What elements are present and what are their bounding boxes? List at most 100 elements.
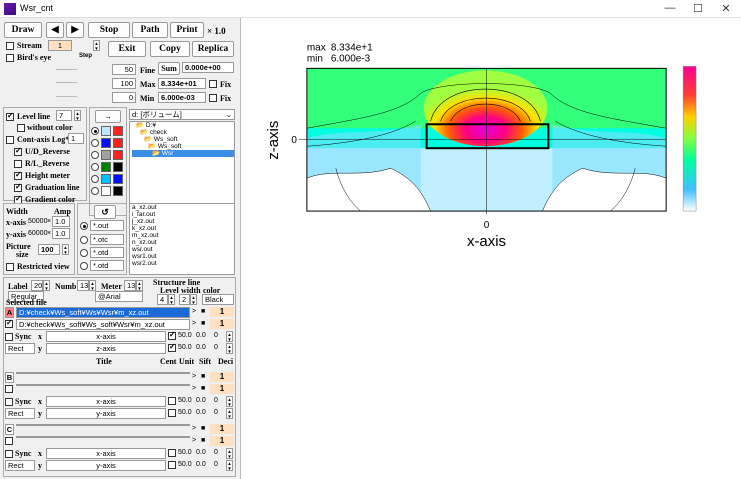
center-checkbox[interactable] xyxy=(168,461,176,469)
label-value[interactable]: 20 xyxy=(31,280,43,291)
palette-swatch[interactable] xyxy=(101,186,111,196)
maximize-button[interactable]: ☐ xyxy=(688,2,708,15)
unit-value[interactable]: 0.0 xyxy=(196,397,206,404)
line-width-value[interactable]: 1 xyxy=(210,319,234,329)
rl-reverse-checkbox[interactable] xyxy=(14,160,22,168)
sift-spinner[interactable]: ▲ ▼ xyxy=(226,460,233,471)
center-value[interactable]: 50.0 xyxy=(178,397,192,404)
dir-item[interactable]: 📂 check xyxy=(132,129,234,136)
center-value[interactable]: 50.0 xyxy=(178,409,192,416)
font-name-select[interactable]: @Arial xyxy=(95,291,143,302)
structure-width-value[interactable]: 2 xyxy=(179,294,190,305)
center-checkbox[interactable] xyxy=(168,449,176,457)
ud-reverse-checkbox[interactable] xyxy=(14,146,22,156)
x-amp-value[interactable]: 1.0 xyxy=(52,216,70,227)
picture-size-spinner[interactable]: ▲ ▼ xyxy=(62,244,69,255)
sift-value[interactable]: 0 xyxy=(214,332,218,339)
center-value[interactable]: 50.0 xyxy=(178,344,192,351)
sum-button[interactable]: Sum xyxy=(158,62,180,75)
palette-swatch[interactable] xyxy=(101,150,111,160)
sift-value[interactable]: 0 xyxy=(214,461,218,468)
sift-spinner[interactable]: ▲ ▼ xyxy=(226,448,233,459)
file-item[interactable]: wsr2.out xyxy=(132,260,234,267)
section-a-enable-checkbox[interactable] xyxy=(5,318,13,328)
sum-value[interactable]: 0.000e+00 xyxy=(182,62,234,73)
ext-radio-otd-2[interactable] xyxy=(80,262,88,270)
palette-swatch[interactable] xyxy=(113,126,123,136)
palette-swatch[interactable] xyxy=(113,186,123,196)
level-value[interactable]: 7 xyxy=(56,110,72,121)
line-width-value[interactable]: 1 xyxy=(210,384,234,394)
sift-spinner[interactable]: ▲ ▼ xyxy=(226,408,233,419)
dot-button[interactable]: ■ xyxy=(201,385,205,392)
cont-log-value[interactable]: 1 xyxy=(68,133,84,144)
center-checkbox[interactable] xyxy=(168,342,176,352)
sift-value[interactable]: 0 xyxy=(214,409,218,416)
line-width-value[interactable]: 1 xyxy=(210,307,234,317)
palette-radio[interactable] xyxy=(91,127,99,135)
ext-radio-out[interactable] xyxy=(80,222,88,230)
level-spinner[interactable]: ▲ ▼ xyxy=(74,110,81,121)
projection-select[interactable]: Rect xyxy=(5,460,35,471)
arrow-button[interactable]: > xyxy=(192,320,196,327)
projection-select[interactable]: Rect xyxy=(5,408,35,419)
line-width-value[interactable]: 1 xyxy=(210,436,234,446)
slider-3[interactable]: ——— xyxy=(56,93,77,100)
file-item[interactable]: i_far.out xyxy=(132,211,234,218)
arrow-button[interactable]: > xyxy=(192,308,196,315)
structure-level-spinner[interactable]: ▲ ▼ xyxy=(168,294,175,305)
palette-radio[interactable] xyxy=(91,175,99,183)
graduation-line-checkbox[interactable] xyxy=(14,182,22,192)
sift-spinner[interactable]: ▲ ▼ xyxy=(226,343,233,354)
meter-spinner[interactable]: ▲ ▼ xyxy=(136,280,143,291)
dir-item[interactable]: 📂 Ws_soft xyxy=(132,136,234,143)
file-item[interactable]: a_xz.out xyxy=(132,204,234,211)
picture-size-value[interactable]: 100 xyxy=(38,244,60,255)
max-fix-checkbox[interactable] xyxy=(209,80,217,88)
file-item[interactable]: wsr1.out xyxy=(132,253,234,260)
dot-button[interactable]: ■ xyxy=(201,308,205,315)
height-meter-checkbox[interactable] xyxy=(14,170,22,180)
axis-title-input[interactable]: x-axis xyxy=(46,448,166,459)
line-width-value[interactable]: 1 xyxy=(210,372,234,382)
sift-value[interactable]: 0 xyxy=(214,397,218,404)
palette-swatch[interactable] xyxy=(113,162,123,172)
section-b-path-2[interactable] xyxy=(16,384,190,386)
unit-value[interactable]: 0.0 xyxy=(196,449,206,456)
projection-select[interactable]: Rect xyxy=(5,343,35,354)
center-value[interactable]: 50.0 xyxy=(178,332,192,339)
palette-swatch[interactable] xyxy=(101,174,111,184)
file-item[interactable]: wsr.out xyxy=(132,246,234,253)
section-c-enable-checkbox[interactable] xyxy=(5,437,13,445)
axis-title-input[interactable]: y-axis xyxy=(46,408,166,419)
numb-value[interactable]: 13 xyxy=(77,280,89,291)
stream-value[interactable]: 1 xyxy=(48,40,72,51)
sift-spinner[interactable]: ▲ ▼ xyxy=(226,396,233,407)
structure-width-spinner[interactable]: ▲ ▼ xyxy=(190,294,197,305)
numb-spinner[interactable]: ▲ ▼ xyxy=(89,280,96,291)
structure-color-select[interactable]: Black xyxy=(202,294,234,305)
palette-radio[interactable] xyxy=(91,187,99,195)
sift-value[interactable]: 0 xyxy=(214,449,218,456)
fine-value-3[interactable]: 0 xyxy=(112,92,136,103)
sync-checkbox[interactable] xyxy=(5,450,13,458)
center-value[interactable]: 50.0 xyxy=(178,461,192,468)
stop-button[interactable]: Stop xyxy=(88,22,130,38)
stream-spinner[interactable]: ▲ ▼ xyxy=(93,40,100,51)
arrow-button[interactable]: > xyxy=(192,373,196,380)
axis-title-input[interactable]: y-axis xyxy=(46,460,166,471)
path-button[interactable]: Path xyxy=(132,22,168,38)
restricted-view-checkbox[interactable] xyxy=(6,263,14,271)
center-checkbox[interactable] xyxy=(168,330,176,340)
slider-1[interactable]: ——— xyxy=(56,66,77,73)
file-item[interactable]: k_xz.out xyxy=(132,225,234,232)
arrow-button[interactable]: > xyxy=(192,437,196,444)
level-line-checkbox[interactable] xyxy=(6,111,14,121)
section-c-path-2[interactable] xyxy=(16,436,190,438)
unit-value[interactable]: 0.0 xyxy=(196,344,206,351)
unit-value[interactable]: 0.0 xyxy=(196,409,206,416)
unit-value[interactable]: 0.0 xyxy=(196,332,206,339)
prev-button[interactable]: ◀ xyxy=(46,22,64,38)
sync-checkbox[interactable] xyxy=(5,398,13,406)
refresh-button[interactable]: ↺ xyxy=(94,205,116,219)
